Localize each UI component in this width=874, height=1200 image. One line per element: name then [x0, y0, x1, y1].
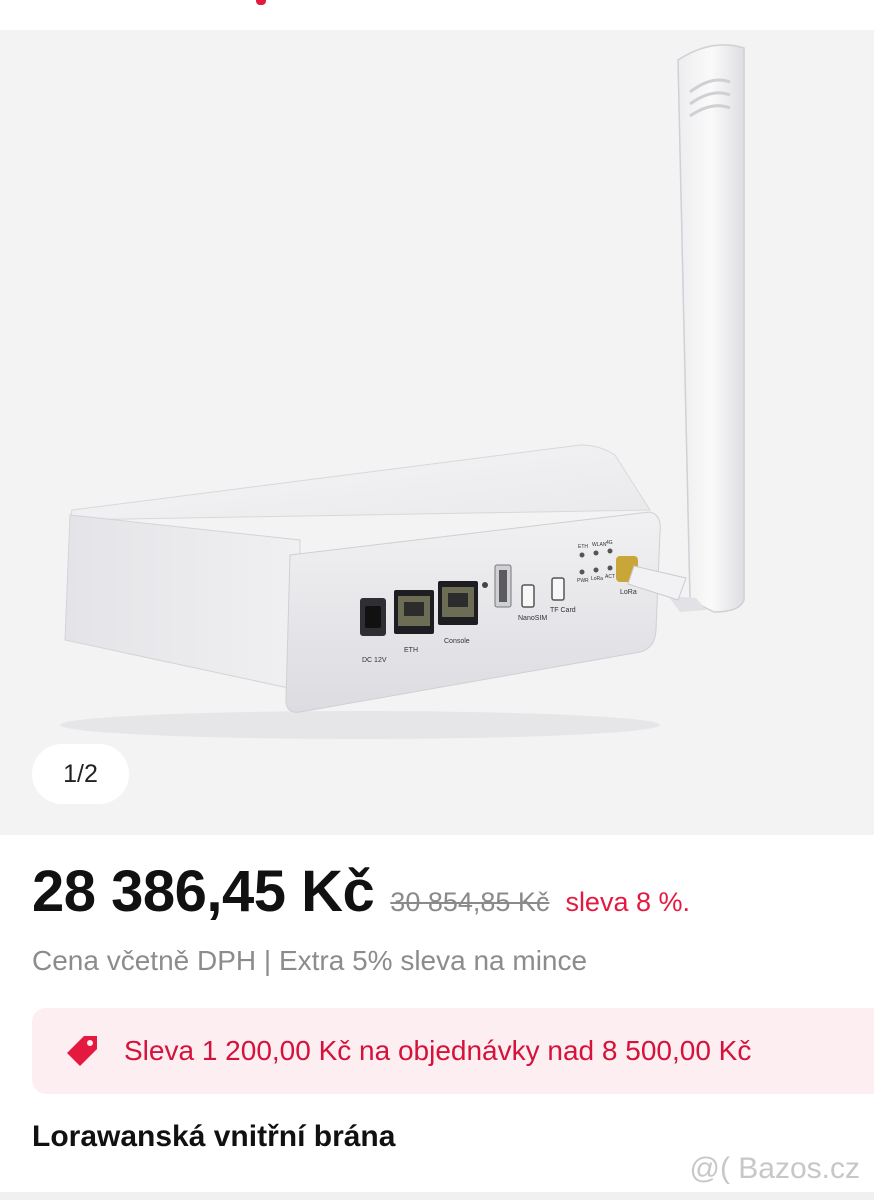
promo-text: Sleva 1 200,00 Kč na objednávky nad 8 50…: [124, 1035, 752, 1066]
product-title: Lorawanská vnitřní brána: [32, 1120, 396, 1153]
eth-port-label: ETH: [404, 647, 418, 654]
led-label-lora: LoRa: [591, 576, 603, 582]
dc-label: DC 12V: [362, 657, 387, 664]
led-label-act: ACT: [605, 574, 615, 580]
current-price: 28 386,45 Kč: [32, 859, 375, 924]
price-row: 28 386,45 Kč 30 854,85 Kč sleva 8 %.: [32, 858, 690, 930]
lora-label: LoRa: [620, 589, 637, 596]
discount-badge: sleva 8 %.: [565, 887, 690, 917]
image-counter: 1/2: [32, 744, 129, 804]
vat-note: Cena včetně DPH | Extra 5% sleva na minc…: [32, 945, 588, 976]
product-image-gallery[interactable]: DC 12V ETH Console NanoSIM TF Card LoRa …: [0, 30, 874, 835]
led-label-eth: ETH: [578, 544, 588, 550]
header-accent-mark: [256, 0, 266, 5]
led-label-wlan: WLAN: [592, 542, 607, 548]
led-label-pwr: PWR: [577, 578, 589, 584]
top-strip: [0, 0, 874, 30]
product-image: DC 12V ETH Console NanoSIM TF Card LoRa …: [60, 44, 745, 739]
price-tag-icon: [67, 1036, 97, 1066]
console-port-label: Console: [444, 638, 470, 645]
sim-slot-label: NanoSIM: [518, 615, 547, 622]
bottom-divider: [0, 1192, 874, 1200]
promo-banner[interactable]: Sleva 1 200,00 Kč na objednávky nad 8 50…: [32, 1008, 874, 1094]
watermark: @( Bazos.cz: [689, 1152, 861, 1185]
tf-slot-label: TF Card: [550, 607, 576, 614]
original-price: 30 854,85 Kč: [390, 887, 550, 917]
led-label-4g: 4G: [606, 540, 613, 546]
